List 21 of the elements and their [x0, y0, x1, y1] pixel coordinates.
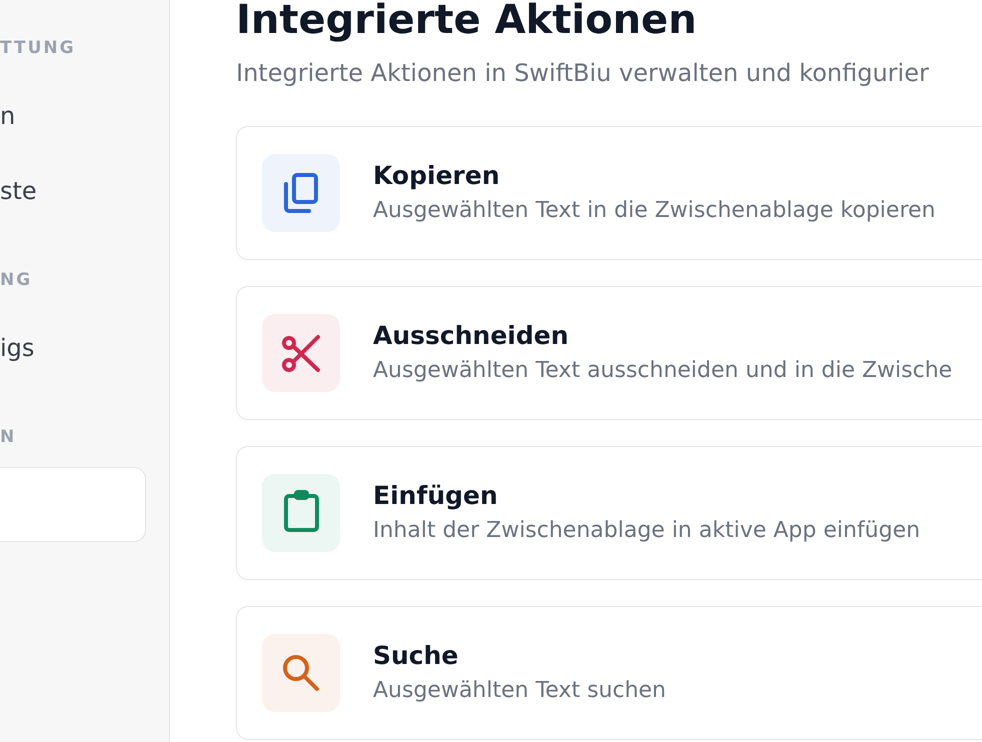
action-card[interactable]: Suche Ausgewählten Text suchen [236, 606, 982, 740]
sidebar-section-header: TTUNG [0, 38, 77, 58]
action-title: Suche [373, 641, 460, 671]
sidebar-item[interactable]: igs [0, 310, 146, 385]
sidebar-item[interactable] [0, 467, 146, 542]
sidebar-item[interactable]: ste [0, 153, 146, 228]
action-card[interactable]: Ausschneiden Ausgewählten Text ausschneiden und in die Zwische [236, 286, 982, 420]
page-title: Integrierte Aktionen [236, 0, 698, 40]
sidebar-section-header: NG [0, 270, 34, 290]
action-card[interactable]: Einfügen Inhalt der Zwischenablage in aktive App einfügen [236, 446, 982, 580]
sidebar-item[interactable]: n [0, 78, 146, 153]
action-description: Ausgewählten Text ausschneiden und in die Zwische [373, 357, 952, 385]
action-description: Inhalt der Zwischenablage in aktive App einfügen [373, 517, 920, 545]
sidebar-section-header: N [0, 427, 18, 447]
action-title: Einfügen [373, 481, 499, 511]
action-card[interactable]: Kopieren Ausgewählten Text in die Zwischenablage kopieren [236, 126, 982, 260]
action-title: Kopieren [373, 161, 501, 191]
action-description: Ausgewählten Text in die Zwischenablage kopieren [373, 197, 936, 225]
action-description: Ausgewählten Text suchen [373, 677, 666, 705]
page-subtitle: Integrierte Aktionen in SwiftBiu verwalten und konfigurier [236, 58, 930, 88]
action-title: Ausschneiden [373, 321, 570, 351]
